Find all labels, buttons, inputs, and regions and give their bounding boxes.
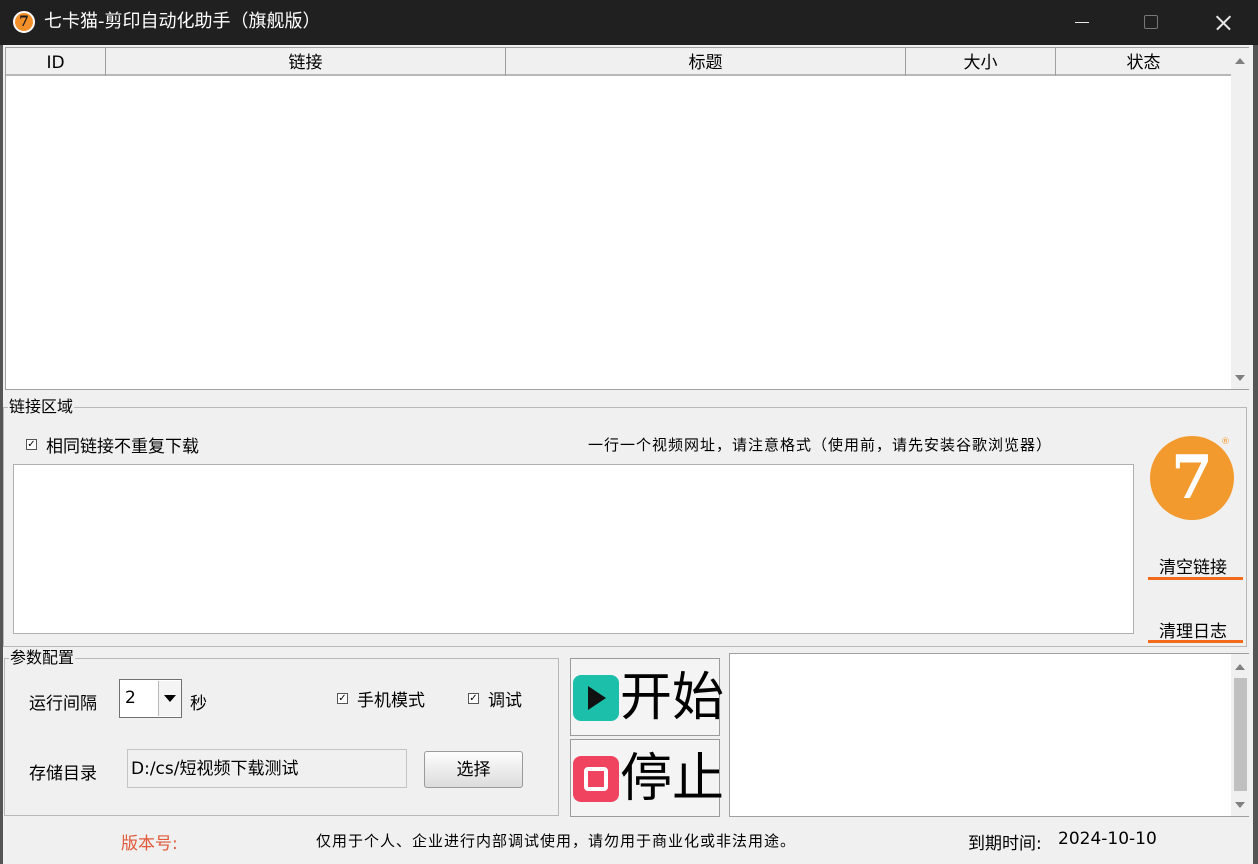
checkbox-checked-icon[interactable]: ✓ (468, 693, 479, 704)
scroll-down-icon[interactable] (1235, 802, 1245, 808)
select-dir-button[interactable]: 选择 (424, 751, 523, 788)
column-header-title[interactable]: 标题 (506, 48, 906, 76)
column-header-link[interactable]: 链接 (106, 48, 506, 76)
interval-label: 运行间隔 (29, 694, 97, 714)
clear-log-underline (1148, 640, 1243, 643)
window-frame-right (1253, 45, 1258, 864)
play-icon (573, 675, 619, 721)
scroll-up-icon[interactable] (1235, 664, 1245, 670)
table-scrollbar[interactable] (1231, 48, 1249, 389)
brand-logo: 7 (1150, 436, 1234, 520)
params-group: 参数配置 (4, 649, 559, 816)
window-title: 七卡猫-剪印自动化助手（旗舰版） (44, 11, 321, 32)
title-bar: 7 七卡猫-剪印自动化助手（旗舰版） (0, 0, 1258, 45)
stop-icon (573, 756, 619, 802)
close-icon[interactable] (1187, 0, 1257, 45)
storage-dir-field[interactable]: D:/cs/短视频下载测试 (127, 749, 407, 788)
column-header-id[interactable]: ID (6, 48, 106, 76)
clear-links-underline (1148, 577, 1243, 580)
interval-value: 2 (125, 688, 136, 708)
task-table[interactable]: ID 链接 标题 大小 状态 (5, 47, 1249, 390)
debug-label: 调试 (488, 691, 522, 711)
scroll-thumb[interactable] (1234, 678, 1247, 791)
scroll-up-icon[interactable] (1235, 58, 1245, 64)
mobile-mode-checkbox[interactable]: ✓ 手机模式 (337, 686, 425, 711)
link-hint: 一行一个视频网址，请注意格式（使用前，请先安装谷歌浏览器） (588, 436, 1053, 454)
checkbox-checked-icon[interactable]: ✓ (26, 439, 37, 450)
stop-label: 停止 (620, 749, 725, 809)
debug-checkbox[interactable]: ✓ 调试 (468, 686, 522, 711)
mobile-mode-label: 手机模式 (357, 691, 425, 711)
usage-notice: 仅用于个人、企业进行内部调试使用，请勿用于商业化或非法用途。 (316, 832, 797, 850)
dropdown-button[interactable] (158, 681, 181, 716)
column-header-status[interactable]: 状态 (1056, 48, 1231, 76)
checkbox-checked-icon[interactable]: ✓ (337, 693, 348, 704)
scroll-down-icon[interactable] (1235, 375, 1245, 381)
table-header: ID 链接 标题 大小 状态 (6, 48, 1231, 76)
link-area-label: 链接区域 (8, 397, 75, 416)
dedupe-checkbox[interactable]: ✓ 相同链接不重复下载 (26, 432, 199, 457)
log-output[interactable] (729, 653, 1249, 817)
clear-log-button[interactable]: 清理日志 (1159, 617, 1227, 642)
version-label: 版本号: (121, 834, 178, 854)
clear-links-button[interactable]: 清空链接 (1159, 553, 1227, 578)
registered-mark-icon: ® (1221, 437, 1230, 447)
start-label: 开始 (620, 668, 725, 728)
stop-button[interactable]: 停止 (570, 739, 724, 817)
logo-seven-glyph: 7 (1171, 443, 1213, 513)
log-scrollbar[interactable] (1231, 654, 1249, 816)
maximize-icon[interactable] (1115, 0, 1185, 45)
app-logo-icon: 7 (13, 11, 35, 33)
params-label: 参数配置 (9, 648, 76, 667)
expiry-label: 到期时间: (968, 834, 1042, 854)
interval-select[interactable]: 2 (119, 679, 182, 718)
chevron-down-icon (164, 695, 176, 702)
link-textarea[interactable] (13, 464, 1134, 634)
storage-dir-label: 存储目录 (29, 764, 97, 784)
column-header-size[interactable]: 大小 (906, 48, 1056, 76)
minimize-icon[interactable] (1045, 0, 1115, 45)
dedupe-label: 相同链接不重复下载 (46, 437, 199, 457)
interval-unit: 秒 (190, 694, 207, 714)
start-button[interactable]: 开始 (570, 658, 724, 736)
expiry-date: 2024-10-10 (1058, 829, 1157, 849)
